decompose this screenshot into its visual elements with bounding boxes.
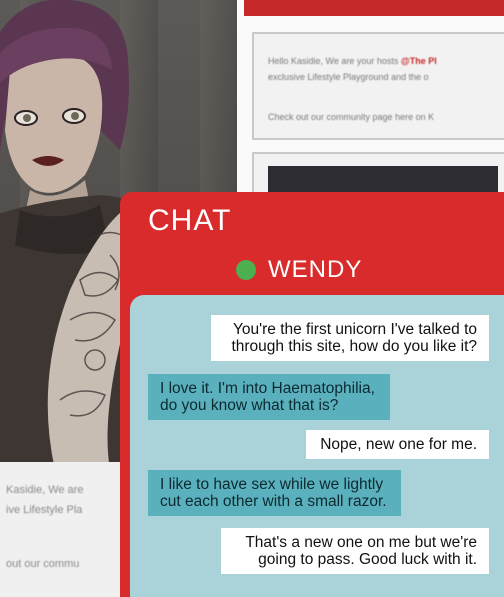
chat-title: CHAT — [148, 204, 232, 237]
message-incoming: I love it. I'm into Haematophilia, do yo… — [148, 374, 390, 420]
post-text-line: Kasidie, We are — [6, 484, 84, 496]
message-incoming: I like to have sex while we lightly cut … — [148, 470, 401, 516]
message-text: I like to have sex while we lightly — [160, 476, 384, 493]
message-outgoing: That's a new one on me but we're going t… — [221, 528, 489, 574]
message-text: That's a new one on me but we're — [245, 534, 477, 551]
message-outgoing: Nope, new one for me. — [306, 430, 489, 459]
message-text: do you know what that is? — [160, 397, 339, 414]
message-text: You're the first unicorn I've talked to — [232, 321, 477, 338]
chat-window: CHAT WENDY You're the first unicorn I've… — [120, 192, 504, 597]
message-text: I love it. I'm into Haematophilia, — [160, 380, 375, 397]
post-text-line: ive Lifestyle Pla — [6, 504, 83, 516]
message-text: through this site, how do you like it? — [231, 338, 477, 355]
welcome-post: Hello Kasidie, We are your hosts @The Pl… — [252, 32, 504, 140]
post-text-line: Hello Kasidie, We are your hosts @The Pl — [268, 56, 437, 66]
message-list[interactable]: You're the first unicorn I've talked to … — [130, 295, 504, 597]
message-text: going to pass. Good luck with it. — [258, 551, 477, 568]
online-status-icon — [236, 260, 256, 280]
message-outgoing: You're the first unicorn I've talked to … — [211, 315, 489, 361]
message-text: cut each other with a small razor. — [160, 493, 387, 510]
community-link-text[interactable]: Check out our community page here on K — [268, 112, 434, 122]
header-bar — [244, 0, 504, 16]
host-mention[interactable]: @The Pl — [401, 56, 437, 66]
message-text: Nope, new one for me. — [320, 436, 477, 453]
post-text-line: out our commu — [6, 558, 80, 570]
post-text-line: exclusive Lifestyle Playground and the o — [268, 72, 429, 82]
contact-name[interactable]: WENDY — [268, 256, 362, 284]
post-greeting: Hello Kasidie, We are your hosts — [268, 56, 399, 66]
background-post-panel: Kasidie, We are ive Lifestyle Pla out ou… — [0, 462, 130, 597]
